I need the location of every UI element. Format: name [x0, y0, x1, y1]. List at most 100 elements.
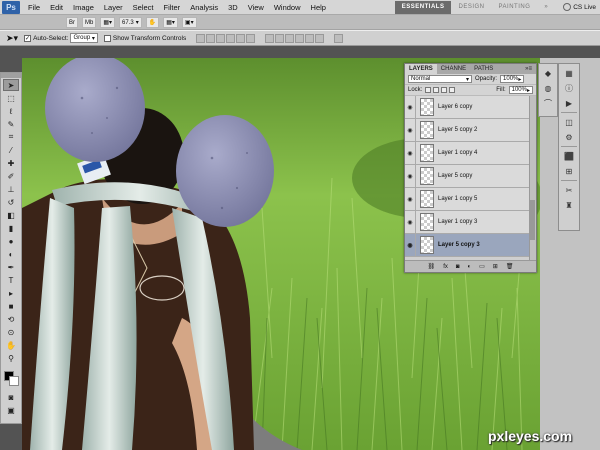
character-icon[interactable]: ♜ — [562, 199, 576, 211]
tab-layers[interactable]: LAYERS — [405, 64, 437, 74]
layers-dock-icon[interactable]: ◆ — [541, 67, 555, 79]
brush-tool-icon[interactable]: ✐ — [3, 170, 19, 182]
lock-pixels-icon[interactable] — [433, 87, 440, 93]
eye-icon[interactable]: ◉ — [405, 96, 416, 119]
delete-layer-icon[interactable]: 🗑 — [506, 263, 514, 270]
crop-tool-icon[interactable]: ⌗ — [3, 131, 19, 143]
shape-tool-icon[interactable]: ■ — [3, 300, 19, 312]
lasso-tool-icon[interactable]: ℓ — [3, 105, 19, 117]
layer-row-selected[interactable]: ◉ Layer 5 copy 3 — [405, 233, 536, 257]
show-transform-checkbox[interactable] — [103, 34, 111, 42]
arrange-documents-icon[interactable]: ▦▾ — [163, 17, 178, 28]
menu-analysis[interactable]: Analysis — [185, 3, 223, 12]
background-color-swatch[interactable] — [9, 376, 19, 386]
screen-mode-icon[interactable]: ▣▾ — [181, 17, 197, 28]
histogram-icon[interactable]: ▦ — [562, 67, 576, 79]
new-group-icon[interactable]: ▭ — [479, 263, 485, 270]
distribute-vcenter-icon[interactable] — [275, 33, 285, 43]
menu-image[interactable]: Image — [68, 3, 99, 12]
eye-icon[interactable]: ◉ — [405, 164, 416, 188]
move-tool-preset-icon[interactable]: ➤▾ — [6, 33, 18, 44]
3d-orbit-tool-icon[interactable]: ⊙ — [3, 326, 19, 338]
tab-channels[interactable]: CHANNE — [437, 64, 470, 74]
hand-tool-icon-2[interactable]: ✋ — [3, 339, 19, 351]
gradient-tool-icon[interactable]: ▮ — [3, 222, 19, 234]
menu-window[interactable]: Window — [269, 3, 306, 12]
layer-row[interactable]: ◉ Layer 6 copy — [405, 96, 536, 119]
history-brush-tool-icon[interactable]: ↺ — [3, 196, 19, 208]
distribute-hcenter-icon[interactable] — [305, 33, 315, 43]
align-hcenter-icon[interactable] — [236, 33, 246, 43]
eye-icon[interactable]: ◉ — [405, 187, 416, 211]
tool-presets-icon[interactable]: ✂ — [562, 184, 576, 196]
distribute-right-icon[interactable] — [315, 33, 325, 43]
more-workspaces-icon[interactable]: » — [537, 4, 555, 10]
align-vcenter-icon[interactable] — [206, 33, 216, 43]
eraser-tool-icon[interactable]: ◧ — [3, 209, 19, 221]
cs-live-button[interactable]: CS Live — [555, 3, 600, 11]
zoom-level-field[interactable]: 67.3 ▾ — [119, 17, 142, 28]
link-layers-icon[interactable]: ⛓ — [428, 263, 436, 270]
tab-paths[interactable]: PATHS — [470, 64, 497, 74]
add-mask-icon[interactable]: ◙ — [456, 264, 460, 270]
info-icon[interactable]: ⓘ — [562, 82, 576, 94]
launch-minibridge-icon[interactable]: Mb — [82, 17, 97, 28]
align-right-icon[interactable] — [246, 33, 256, 43]
fill-field[interactable]: 100% ▸ — [508, 86, 533, 94]
align-left-icon[interactable] — [226, 33, 236, 43]
menu-edit[interactable]: Edit — [45, 3, 68, 12]
quick-mask-icon[interactable]: ◙ — [3, 391, 19, 403]
clone-source-icon[interactable]: ⊞ — [562, 165, 576, 177]
panel-menu-icon[interactable]: »≡ — [521, 64, 536, 74]
lock-position-icon[interactable] — [441, 87, 448, 93]
eye-icon[interactable]: ◉ — [405, 210, 416, 234]
layer-style-icon[interactable]: fx — [443, 264, 448, 270]
blend-mode-dropdown[interactable]: Normal ▾ — [408, 75, 472, 83]
auto-select-checkbox[interactable]: ✓ — [24, 34, 32, 42]
layer-row[interactable]: ◉ Layer 5 copy — [405, 164, 536, 188]
screen-mode-tool-icon[interactable]: ▣ — [3, 404, 19, 416]
clone-stamp-tool-icon[interactable]: ⊥ — [3, 183, 19, 195]
layer-row[interactable]: ◉ Layer 1 copy 3 — [405, 210, 536, 234]
type-tool-icon[interactable]: T — [3, 274, 19, 286]
eye-icon[interactable]: ◉ — [405, 233, 416, 257]
eyedropper-tool-icon[interactable]: ⁄ — [3, 144, 19, 156]
brush-presets-icon[interactable]: ⬛ — [562, 150, 576, 162]
workspace-design[interactable]: DESIGN — [451, 4, 491, 10]
move-tool-icon[interactable]: ➤ — [3, 79, 19, 91]
menu-layer[interactable]: Layer — [99, 3, 128, 12]
scrollbar-thumb[interactable] — [530, 200, 535, 240]
tools-panel-header[interactable] — [1, 73, 21, 78]
adjustment-layer-icon[interactable]: ◐ — [467, 264, 471, 270]
eye-icon[interactable]: ◉ — [405, 118, 416, 142]
view-extras-icon[interactable]: ▦▾ — [100, 17, 116, 28]
menu-help[interactable]: Help — [306, 3, 331, 12]
auto-align-icon[interactable] — [334, 33, 344, 43]
workspace-painting[interactable]: PAINTING — [492, 4, 538, 10]
pen-tool-icon[interactable]: ✒ — [3, 261, 19, 273]
adjustments-icon[interactable]: ◫ — [562, 116, 576, 128]
distribute-top-icon[interactable] — [265, 33, 275, 43]
lock-transparency-icon[interactable] — [425, 87, 432, 93]
new-layer-icon[interactable]: ⊞ — [493, 263, 498, 270]
align-bottom-icon[interactable] — [216, 33, 226, 43]
dodge-tool-icon[interactable]: ◐ — [3, 248, 19, 260]
3d-rotate-tool-icon[interactable]: ⟲ — [3, 313, 19, 325]
layer-list-scrollbar[interactable] — [529, 96, 536, 260]
distribute-bottom-icon[interactable] — [285, 33, 295, 43]
opacity-field[interactable]: 100% ▸ — [500, 75, 525, 83]
auto-select-dropdown[interactable]: Group ▾ — [70, 33, 98, 43]
paths-dock-icon[interactable]: ⌒ — [541, 97, 555, 109]
quick-select-tool-icon[interactable]: ✎ — [3, 118, 19, 130]
align-top-icon[interactable] — [196, 33, 206, 43]
menu-3d[interactable]: 3D — [223, 3, 243, 12]
blur-tool-icon[interactable]: ● — [3, 235, 19, 247]
channels-dock-icon[interactable]: ◍ — [541, 82, 555, 94]
layer-row[interactable]: ◉ Layer 1 copy 4 — [405, 141, 536, 165]
launch-bridge-icon[interactable]: Br — [66, 17, 78, 28]
layer-row[interactable]: ◉ Layer 5 copy 2 — [405, 118, 536, 142]
menu-filter[interactable]: Filter — [159, 3, 186, 12]
workspace-essentials[interactable]: ESSENTIALS — [394, 0, 452, 14]
hand-tool-icon[interactable]: ✋ — [145, 17, 160, 28]
path-selection-tool-icon[interactable]: ▸ — [3, 287, 19, 299]
